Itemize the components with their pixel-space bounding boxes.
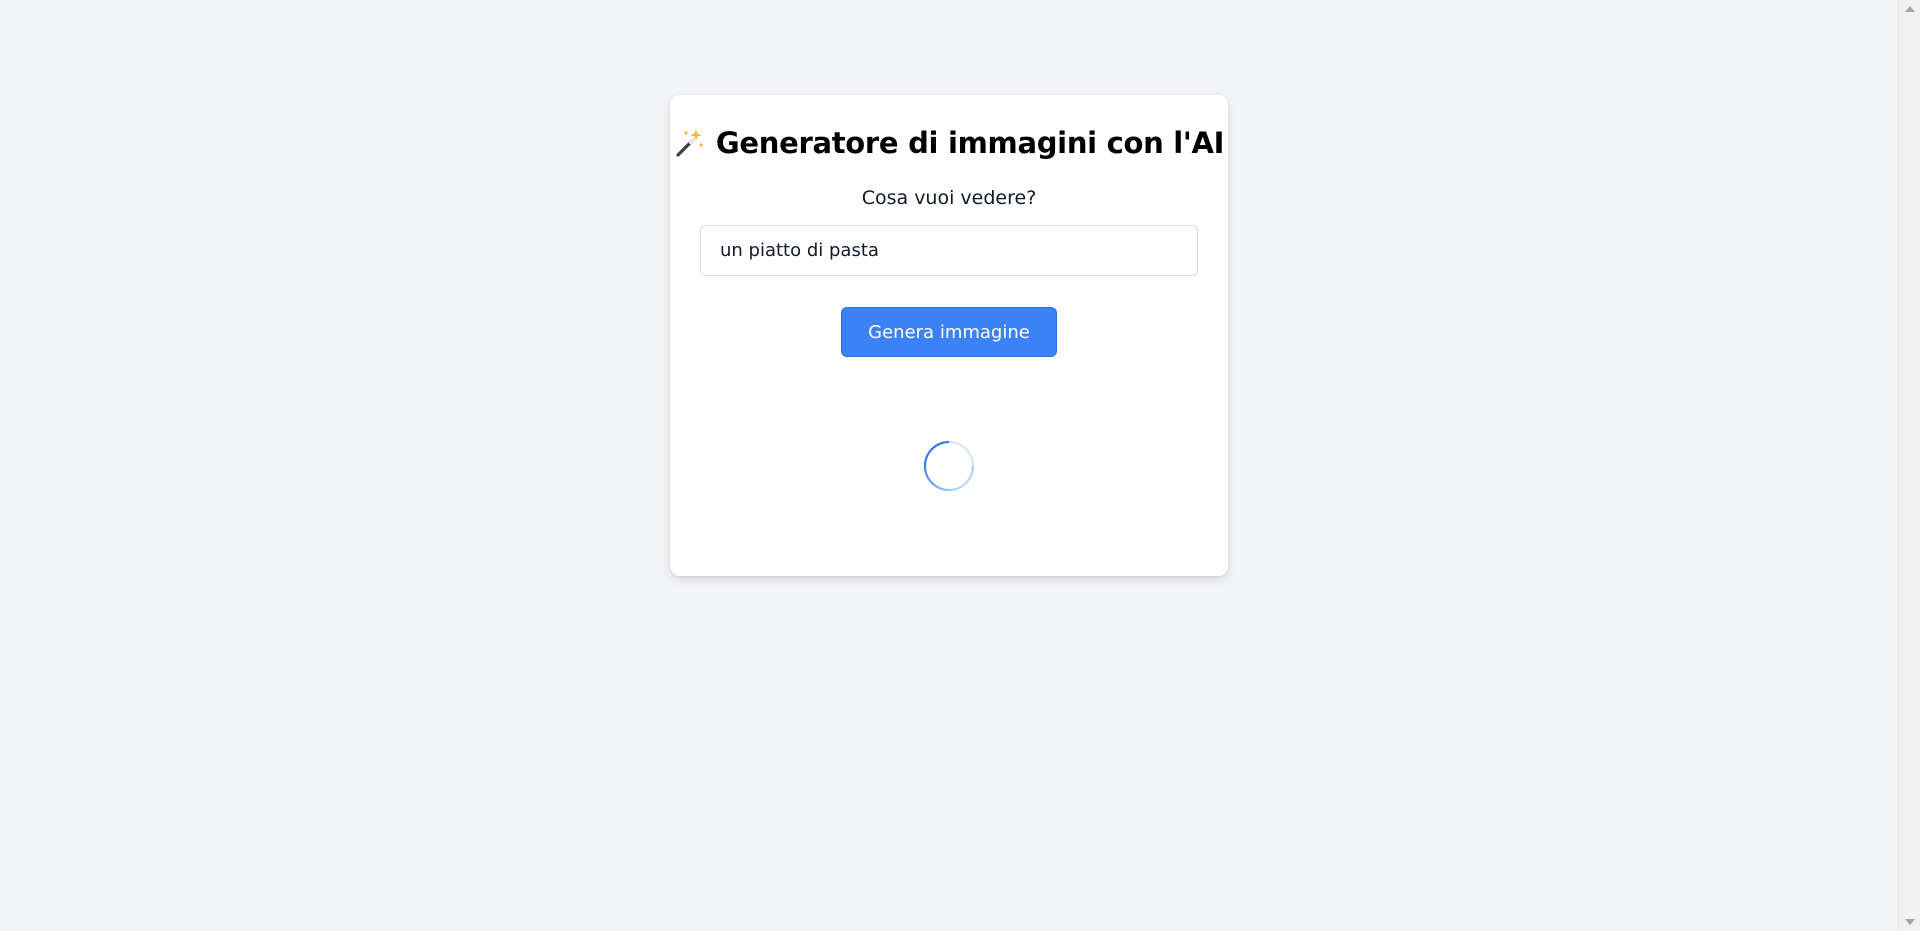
scroll-up-arrow-icon[interactable] xyxy=(1904,6,1915,12)
prompt-input[interactable] xyxy=(700,225,1198,276)
vertical-scrollbar[interactable] xyxy=(1898,0,1920,931)
title-row: Generatore di immagini con l'AI xyxy=(670,123,1228,163)
magic-wand-icon xyxy=(674,127,706,159)
generate-image-button[interactable]: Genera immagine xyxy=(841,307,1057,357)
prompt-label: Cosa vuoi vedere? xyxy=(861,187,1037,209)
page-viewport: Generatore di immagini con l'AI Cosa vuo… xyxy=(0,0,1898,931)
generator-card: Generatore di immagini con l'AI Cosa vuo… xyxy=(670,95,1228,576)
loading-spinner-icon xyxy=(923,440,975,492)
page-title: Generatore di immagini con l'AI xyxy=(715,126,1225,160)
scroll-down-arrow-icon[interactable] xyxy=(1904,919,1915,925)
